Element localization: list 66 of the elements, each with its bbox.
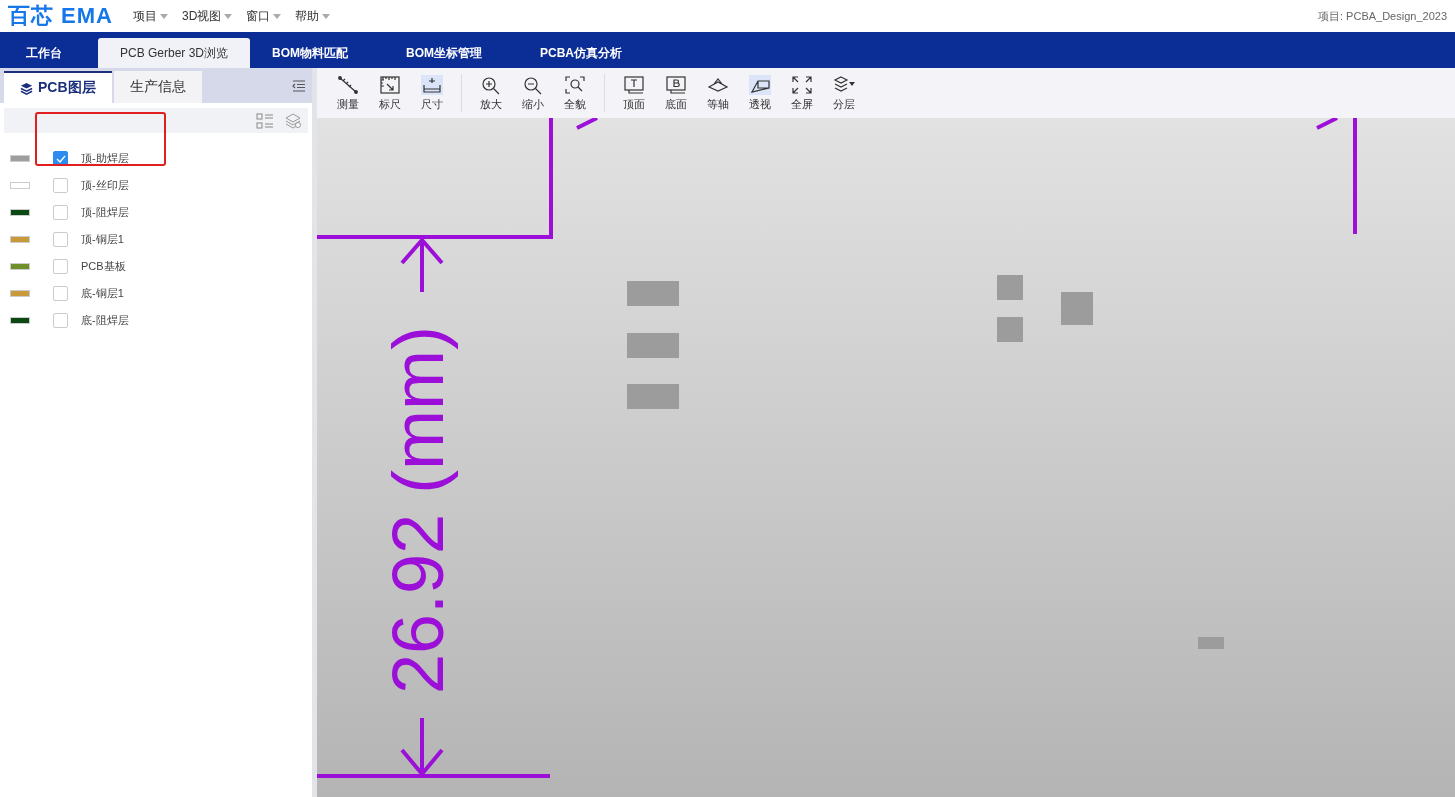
layer-label: PCB基板 [81, 259, 126, 274]
layer-checkbox[interactable] [53, 313, 68, 328]
zoom-out-icon [522, 74, 544, 95]
fullscreen-icon [791, 74, 813, 95]
menu-item[interactable]: 项目 [133, 5, 168, 27]
toolbar-button[interactable]: 全屏 [783, 71, 821, 115]
layer-label: 顶-铜层1 [81, 232, 124, 247]
caret-icon [224, 13, 233, 19]
layer-checkbox[interactable] [53, 286, 68, 301]
layer-checkbox[interactable] [53, 205, 68, 220]
layer-label: 底-铜层1 [81, 286, 124, 301]
layers-settings-icon[interactable] [284, 112, 302, 129]
nav-tab[interactable]: PCBA仿真分析 [518, 38, 645, 68]
nav-tab[interactable]: BOM物料匹配 [250, 38, 371, 68]
zoom-in-icon [480, 74, 502, 95]
toolbar-button[interactable]: 放大 [472, 71, 510, 115]
dimension-arrow [400, 236, 444, 294]
nav-tab[interactable]: BOM坐标管理 [384, 38, 505, 68]
pad [627, 281, 679, 306]
toolbar-button[interactable]: 等轴 [699, 71, 737, 115]
panel-tab[interactable]: 生产信息 [113, 71, 202, 103]
nav-tab[interactable]: PCB Gerber 3D浏览 [98, 38, 251, 68]
layer-checkbox[interactable] [53, 178, 68, 193]
toolbar-button[interactable]: 顶面 [615, 71, 653, 115]
panel-tab[interactable]: PCB图层 [4, 71, 112, 103]
layers-icon [20, 81, 33, 95]
pad [997, 317, 1023, 342]
toolbar-button[interactable]: 尺寸 [413, 71, 451, 115]
caret-icon [160, 13, 168, 19]
perspective-view-icon [749, 74, 771, 95]
pad [627, 333, 679, 358]
nav-tab[interactable]: 工作台 [4, 38, 84, 68]
toolbar-button[interactable]: 测量 [329, 71, 367, 115]
menu-item[interactable]: 帮助 [295, 5, 331, 27]
dimension-icon [421, 74, 443, 95]
app-logo: 百芯 EMA [8, 2, 113, 30]
collapse-icon[interactable] [292, 80, 306, 92]
toolbar-button[interactable]: 透视 [741, 71, 779, 115]
layer-label: 底-阻焊层 [81, 313, 129, 328]
top-view-icon [623, 74, 645, 95]
pad [1198, 637, 1224, 649]
toolbar-button[interactable]: 底面 [657, 71, 695, 115]
menu-item[interactable]: 窗口 [246, 5, 282, 27]
toolbar-button[interactable]: 缩小 [514, 71, 552, 115]
layer-label: 顶-丝印层 [81, 178, 129, 193]
caret-icon [322, 13, 331, 19]
pad [1061, 292, 1093, 325]
measure-icon [337, 74, 359, 95]
pad [997, 275, 1023, 300]
ruler-icon [379, 74, 401, 95]
checklist-icon[interactable] [256, 112, 274, 129]
caret-icon [273, 13, 282, 19]
toolbar-button[interactable]: 分层 [825, 71, 863, 115]
layer-label: 顶-阻焊层 [81, 205, 129, 220]
dimension-label: 26.92 (mm) [378, 325, 458, 695]
menu-item[interactable]: 3D视图 [182, 5, 233, 27]
layer-checkbox[interactable] [53, 259, 68, 274]
layer-label: 顶-助焊层 [81, 151, 129, 166]
bottom-view-icon [665, 74, 687, 95]
project-name: 项目: PCBA_Design_2023 [1318, 8, 1447, 24]
layer-checkbox[interactable] [53, 232, 68, 247]
fit-view-icon [564, 74, 586, 95]
pad [627, 384, 679, 409]
toolbar-button[interactable]: 标尺 [371, 71, 409, 115]
pcb-view[interactable]: 26.92 (mm) [317, 118, 1455, 797]
toolbar-button[interactable]: 全貌 [556, 71, 594, 115]
